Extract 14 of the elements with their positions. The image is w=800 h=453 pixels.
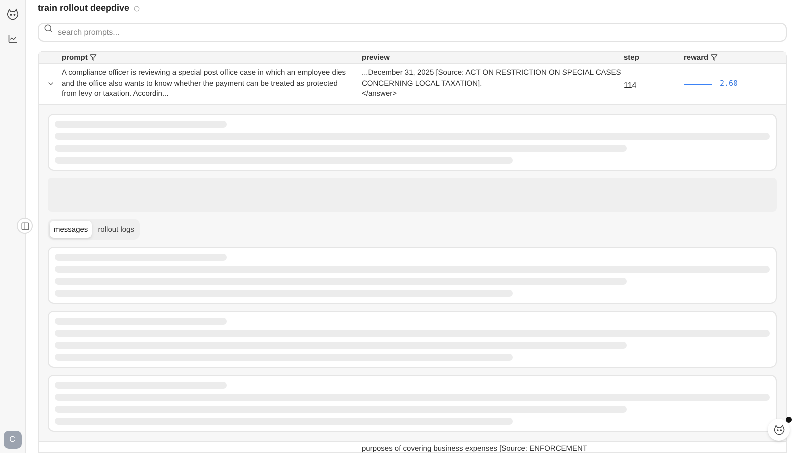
sidebar-toggle-button[interactable]: [17, 218, 33, 234]
search-icon: [44, 24, 53, 33]
logo-button[interactable]: [6, 8, 20, 22]
chevron-icon[interactable]: [46, 80, 54, 88]
filter-icon[interactable]: [710, 54, 718, 62]
search-field[interactable]: search prompts...: [38, 23, 787, 42]
cat-logo-icon: [6, 8, 20, 22]
panel-icon: [20, 222, 30, 230]
reward-sparkline: [684, 82, 712, 86]
step-cell: 114: [624, 81, 637, 90]
chart-icon[interactable]: [8, 34, 18, 44]
page-title: train rollout deepdive: [38, 2, 130, 16]
cat-logo-icon: [772, 424, 786, 436]
filter-icon[interactable]: [90, 54, 97, 62]
